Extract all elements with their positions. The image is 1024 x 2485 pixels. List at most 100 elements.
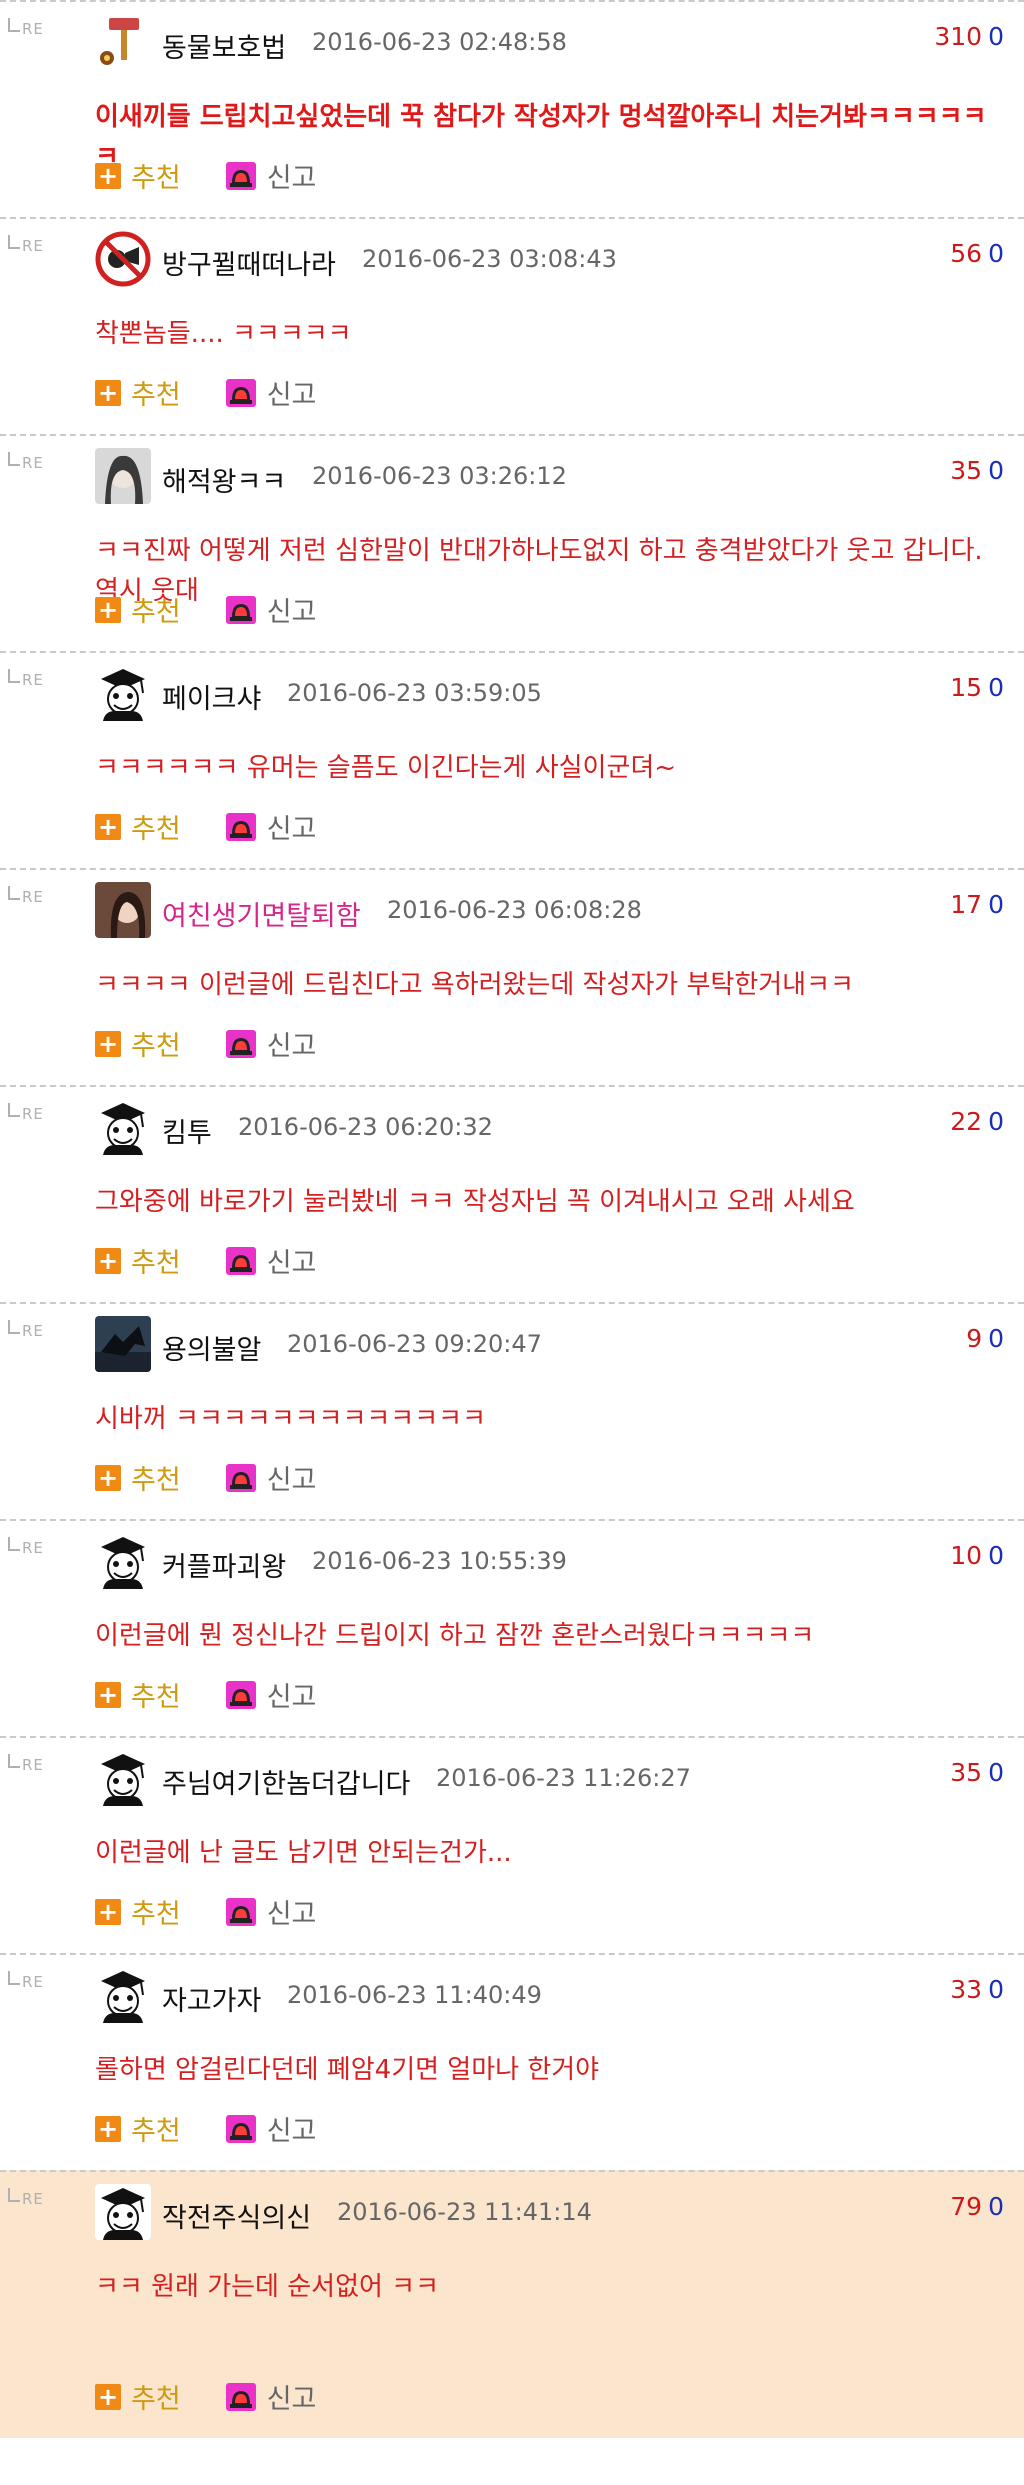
reply-re-icon: RE: [8, 669, 44, 689]
comment-text: 시바꺼 ㅋㅋㅋㅋㅋㅋㅋㅋㅋㅋㅋㅋㅋ: [95, 1404, 486, 1434]
recommend-button[interactable]: + 추천: [95, 2109, 181, 2148]
reply-re-icon: RE: [8, 1320, 44, 1340]
comment-author[interactable]: 작전주식의신: [162, 2196, 311, 2235]
recommend-button[interactable]: + 추천: [95, 1241, 181, 1280]
report-button[interactable]: 신고: [225, 156, 317, 195]
report-count: 0: [988, 239, 1004, 268]
comment-text: ㅋㅋㅋㅋㅋㅋ 유머는 슬픔도 이긴다는게 사실이군뎌~: [95, 753, 677, 783]
comment-author[interactable]: 커플파괴왕: [162, 1545, 286, 1584]
comment-actions: + 추천 신고: [95, 590, 316, 629]
comment-author[interactable]: 해적왕ㅋㅋ: [162, 460, 286, 499]
comment-author[interactable]: 페이크샤: [162, 677, 261, 716]
report-button[interactable]: 신고: [225, 2109, 317, 2148]
recommend-label: 추천: [131, 1465, 181, 1496]
graduate-avatar[interactable]: [95, 1750, 151, 1806]
comment-date: 2016-06-23 11:41:14: [337, 2198, 592, 2226]
recommend-button[interactable]: + 추천: [95, 1675, 181, 1714]
recommend-count: 33: [950, 1975, 983, 2004]
graduate-avatar[interactable]: [95, 1533, 151, 1589]
recommend-button[interactable]: + 추천: [95, 590, 181, 629]
graduate-avatar[interactable]: [95, 1099, 151, 1155]
recommend-count: 15: [950, 673, 983, 702]
comment-score: 310 0: [934, 22, 1004, 51]
comment-author[interactable]: 킴투: [162, 1111, 212, 1150]
comment-item: RE 킴투 2016-06-23 06:20:32 22 0 그와중에 바로가기 …: [0, 1085, 1024, 1302]
recommend-button[interactable]: + 추천: [95, 1892, 181, 1931]
report-button[interactable]: 신고: [225, 1892, 316, 1931]
graduate-avatar[interactable]: [95, 2184, 151, 2240]
report-count: 0: [988, 22, 1004, 51]
comment-author[interactable]: 주님여기한놈더갑니다: [162, 1762, 410, 1801]
report-button[interactable]: 신고: [225, 590, 317, 629]
comment-date: 2016-06-23 11:40:49: [287, 1981, 542, 2009]
plus-icon: +: [95, 1681, 121, 1708]
siren-icon: [225, 378, 257, 408]
comment-item: RE 방구뀔때떠나라 2016-06-23 03:08:43 56 0 착뽄놈들.…: [0, 217, 1024, 434]
recommend-button[interactable]: + 추천: [95, 373, 181, 412]
report-button[interactable]: 신고: [225, 1458, 317, 1497]
recommend-count: 310: [934, 22, 983, 51]
dragon-photo-avatar[interactable]: [95, 1316, 151, 1372]
comment-text: 이런글에 뭔 정신나간 드립이지 하고 잠깐 혼란스러웠다ㅋㅋㅋㅋㅋ: [95, 1621, 815, 1651]
comment-author[interactable]: 여친생기면탈퇴함: [162, 894, 361, 933]
comment-score: 22 0: [950, 1107, 1004, 1136]
graduate-avatar[interactable]: [95, 665, 151, 721]
siren-icon: [225, 161, 257, 191]
report-button[interactable]: 신고: [225, 373, 316, 412]
girl-photo-avatar[interactable]: [95, 882, 151, 938]
plus-icon: +: [95, 1247, 121, 1274]
no-fart-avatar[interactable]: [95, 231, 151, 287]
recommend-button[interactable]: + 추천: [95, 1458, 181, 1497]
recommend-label: 추천: [131, 1031, 181, 1062]
recommend-button[interactable]: + 추천: [95, 1024, 181, 1063]
recommend-button[interactable]: + 추천: [95, 156, 181, 195]
reply-re-icon: RE: [8, 1537, 44, 1557]
report-button[interactable]: 신고: [225, 1241, 316, 1280]
recommend-label: 추천: [131, 814, 181, 845]
reply-re-icon: RE: [8, 1103, 44, 1123]
recommend-button[interactable]: + 추천: [95, 2377, 181, 2416]
photo-avatar[interactable]: [95, 448, 151, 504]
recommend-label: 추천: [131, 380, 181, 411]
comment-text: ㅋㅋ 원래 가는데 순서없어 ㅋㅋ: [95, 2272, 440, 2302]
comment-date: 2016-06-23 06:20:32: [238, 1113, 493, 1141]
comment-text: ㅋㅋㅋㅋ 이런글에 드립친다고 욕하러왔는데 작성자가 부탁한거내ㅋㅋ: [95, 970, 854, 1000]
comment-score: 15 0: [950, 673, 1004, 702]
comment-author[interactable]: 동물보호법: [162, 26, 286, 65]
report-count: 0: [988, 1107, 1004, 1136]
siren-icon: [225, 2114, 257, 2144]
comment-text: 착뽄놈들.... ㅋㅋㅋㅋㅋ: [95, 319, 352, 349]
report-button[interactable]: 신고: [225, 1024, 316, 1063]
report-button[interactable]: 신고: [225, 807, 316, 846]
report-count: 0: [988, 1324, 1004, 1353]
reply-re-icon: RE: [8, 1971, 44, 1991]
siren-icon: [225, 595, 257, 625]
comment-date: 2016-06-23 11:26:27: [436, 1764, 691, 1792]
report-count: 0: [988, 2192, 1004, 2221]
plus-icon: +: [95, 162, 121, 189]
report-label: 신고: [266, 163, 317, 194]
report-label: 신고: [266, 1465, 317, 1496]
comment-author[interactable]: 방구뀔때떠나라: [162, 243, 336, 282]
comment-author[interactable]: 용의불알: [162, 1328, 261, 1367]
report-label: 신고: [266, 1682, 317, 1713]
graduate-avatar[interactable]: [95, 1967, 151, 2023]
report-button[interactable]: 신고: [225, 1675, 317, 1714]
comment-item: RE 해적왕ㅋㅋ 2016-06-23 03:26:12 35 0 ㅋㅋ진짜 어떻…: [0, 434, 1024, 651]
siren-icon: [225, 812, 257, 842]
report-label: 신고: [266, 597, 317, 628]
comment-actions: + 추천 신고: [95, 2377, 316, 2416]
recommend-button[interactable]: + 추천: [95, 807, 181, 846]
siren-icon: [225, 2382, 257, 2412]
report-button[interactable]: 신고: [225, 2377, 316, 2416]
hammer-avatar[interactable]: [95, 14, 151, 70]
report-count: 0: [988, 890, 1004, 919]
recommend-count: 35: [950, 456, 983, 485]
comment-author[interactable]: 자고가자: [162, 1979, 261, 2018]
comment-item: RE 작전주식의신 2016-06-23 11:41:14 79 0 ㅋㅋ 원래 …: [0, 2170, 1024, 2438]
report-label: 신고: [266, 2116, 317, 2147]
comment-text: 이런글에 난 글도 남기면 안되는건가...: [95, 1838, 512, 1868]
recommend-count: 79: [950, 2192, 983, 2221]
comment-text: 그와중에 바로가기 눌러봤네 ㅋㅋ 작성자님 꼭 이겨내시고 오래 사세요: [95, 1187, 855, 1217]
plus-icon: +: [95, 813, 121, 840]
